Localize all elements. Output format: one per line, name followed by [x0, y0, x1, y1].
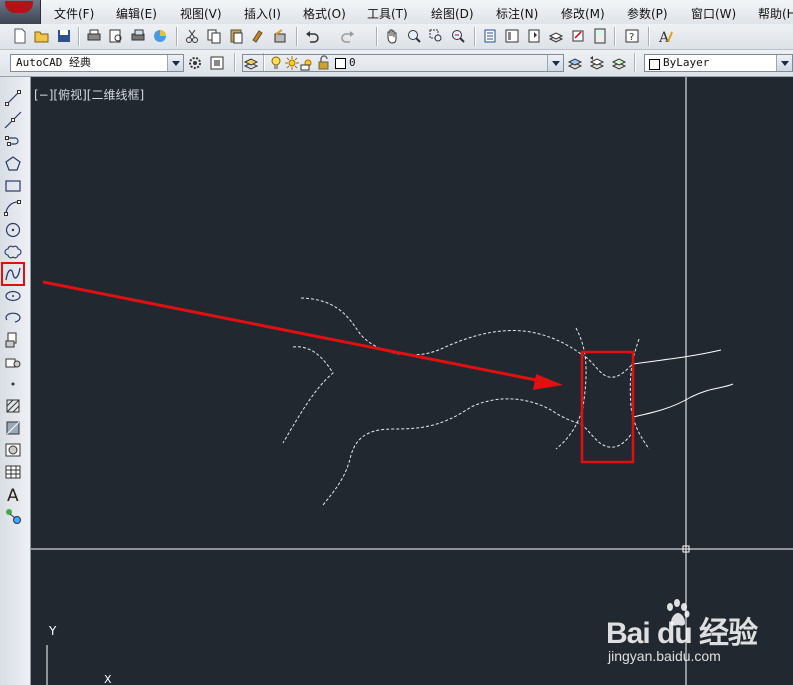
calculator-icon[interactable] [592, 28, 608, 44]
gap-upper-spline [580, 353, 634, 378]
color-value: ByLayer [663, 56, 710, 69]
workspace-combo[interactable]: AutoCAD 经典 [10, 54, 184, 72]
publish-icon[interactable] [130, 28, 146, 44]
layer-previous-icon[interactable] [589, 55, 605, 71]
baidu-brand-text: Bai du 经验 [606, 617, 758, 650]
highlight-box [580, 350, 635, 464]
rectangle-tool-icon[interactable] [4, 177, 22, 195]
baidu-watermark: Bai du 经验 jingyan.baidu.com [606, 598, 758, 673]
table-tool-icon[interactable] [4, 463, 22, 481]
arc-tool-icon[interactable] [4, 199, 22, 217]
spline-tool-icon[interactable] [1, 262, 25, 286]
svg-text:A: A [7, 486, 19, 503]
pointer-arrow [42, 280, 542, 383]
circle-tool-icon[interactable] [4, 221, 22, 239]
make-object-layer-current-icon[interactable] [567, 55, 583, 71]
cut-icon[interactable] [184, 28, 200, 44]
menu-parametric[interactable]: 参数(P) [627, 5, 668, 22]
ellipse-arc-tool-icon[interactable] [4, 309, 22, 327]
menu-bar: 文件(F) 编辑(E) 视图(V) 插入(I) 格式(O) 工具(T) 绘图(D… [0, 0, 793, 25]
polygon-tool-icon[interactable] [4, 155, 22, 173]
save-icon[interactable] [56, 28, 72, 44]
layer-combo[interactable]: 0 [242, 54, 564, 72]
tool-palettes-icon[interactable] [526, 28, 542, 44]
markup-set-icon[interactable] [570, 28, 586, 44]
drawing-layer [31, 77, 793, 685]
ucs-x-label: X [104, 673, 112, 685]
menu-insert[interactable]: 插入(I) [244, 5, 281, 22]
menu-edit[interactable]: 编辑(E) [116, 5, 157, 22]
upper-left-spline [300, 297, 582, 356]
gap-lower-spline [580, 423, 634, 448]
insert-block-tool-icon[interactable] [4, 331, 22, 349]
text-style-icon[interactable]: A [658, 28, 674, 44]
pan-icon[interactable] [384, 28, 400, 44]
menu-window[interactable]: 窗口(W) [691, 5, 736, 22]
menu-dimension[interactable]: 标注(N) [496, 5, 538, 22]
baidu-url-text: jingyan.baidu.com [608, 648, 721, 664]
open-file-icon[interactable] [34, 28, 50, 44]
menu-format[interactable]: 格式(O) [303, 5, 346, 22]
pointer-arrowhead [533, 374, 563, 390]
point-tool-icon[interactable] [4, 375, 22, 393]
svg-text:?: ? [629, 32, 634, 43]
zoom-previous-icon[interactable] [450, 28, 466, 44]
ucs-y-label: Y [49, 624, 57, 638]
application-menu-button[interactable] [0, 0, 41, 24]
multiline-text-tool-icon[interactable]: A [4, 485, 22, 503]
paste-icon[interactable] [228, 28, 244, 44]
print-icon[interactable] [86, 28, 102, 44]
properties-icon[interactable] [482, 28, 498, 44]
color-swatch [649, 59, 660, 70]
revision-cloud-tool-icon[interactable] [4, 243, 22, 261]
plot-preview-icon[interactable] [108, 28, 124, 44]
polyline-tool-icon[interactable] [4, 133, 22, 151]
menu-draw[interactable]: 绘图(D) [431, 5, 474, 22]
make-block-tool-icon[interactable] [4, 353, 22, 371]
gradient-tool-icon[interactable] [4, 419, 22, 437]
block-editor-icon[interactable] [272, 28, 288, 44]
undo-icon[interactable] [304, 28, 320, 44]
drawing-canvas[interactable]: [−][俯视][二维线框] Y X [31, 77, 793, 685]
lower-right-spline [632, 383, 734, 418]
help-icon[interactable]: ? [624, 28, 640, 44]
workspace-settings-icon[interactable] [187, 55, 203, 71]
upper-right-spline [632, 349, 722, 365]
redo-icon[interactable] [340, 28, 356, 44]
match-properties-icon[interactable] [250, 28, 266, 44]
sheet-set-icon[interactable] [548, 28, 564, 44]
autocad-logo-icon [5, 1, 33, 13]
standard-toolbar: ? A Standard [0, 24, 793, 69]
color-combo[interactable]: ByLayer [644, 54, 793, 72]
line-tool-icon[interactable] [4, 89, 22, 107]
zoom-realtime-icon[interactable] [406, 28, 422, 44]
menu-help[interactable]: 帮助(H [758, 5, 793, 22]
ellipse-tool-icon[interactable] [4, 287, 22, 305]
new-file-icon[interactable] [12, 28, 28, 44]
layers-toolbar: AutoCAD 经典 0 ByLayer [0, 50, 793, 77]
workspace-value: AutoCAD 经典 [16, 56, 91, 69]
layer-state-icon[interactable] [611, 55, 627, 71]
lower-left-spline [322, 398, 582, 506]
design-center-icon[interactable] [504, 28, 520, 44]
draw-toolbar: A [0, 77, 31, 685]
add-selected-tool-icon[interactable] [4, 507, 22, 525]
zoom-window-icon[interactable] [428, 28, 444, 44]
menu-view[interactable]: 视图(V) [180, 5, 222, 22]
construction-line-tool-icon[interactable] [4, 111, 22, 129]
workspace-customize-icon[interactable] [209, 55, 225, 71]
menu-file[interactable]: 文件(F) [54, 5, 94, 22]
menu-modify[interactable]: 修改(M) [561, 5, 605, 22]
3d-dwf-icon[interactable] [152, 28, 168, 44]
menu-tools[interactable]: 工具(T) [367, 5, 408, 22]
region-tool-icon[interactable] [4, 441, 22, 459]
copy-icon[interactable] [206, 28, 222, 44]
left-hook-spline [282, 346, 334, 444]
hatch-tool-icon[interactable] [4, 397, 22, 415]
layer-value: 0 [349, 56, 356, 69]
